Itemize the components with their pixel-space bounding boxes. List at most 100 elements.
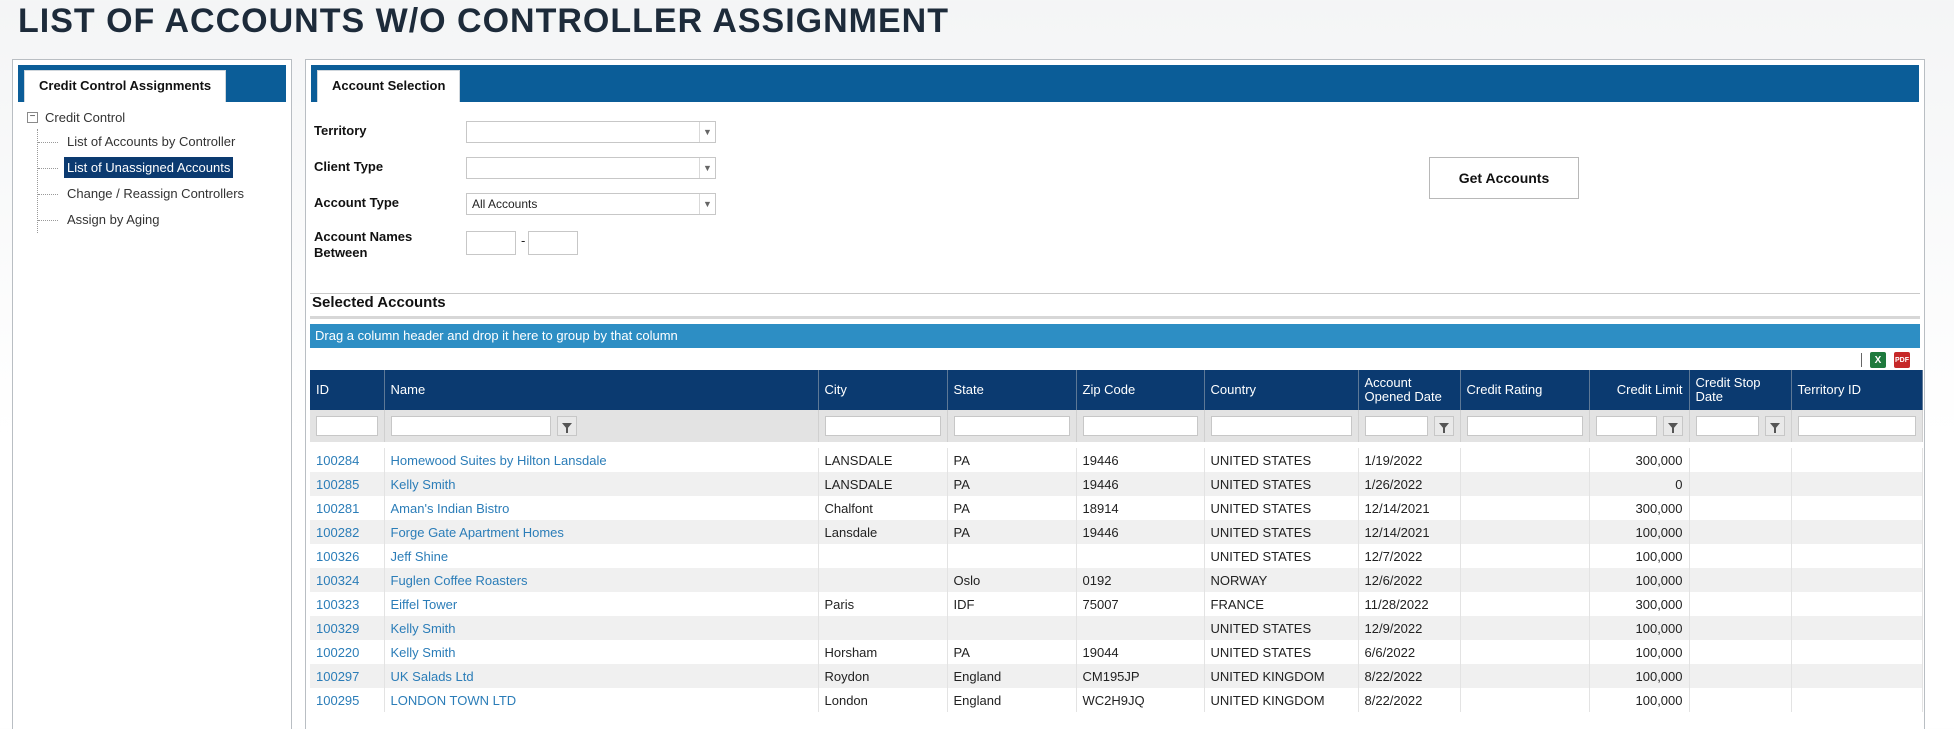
cell-limit: 0 bbox=[1589, 472, 1690, 496]
table-row[interactable]: 100284 Homewood Suites by Hilton Lansdale… bbox=[310, 448, 1923, 472]
column-header-credit-stop-date[interactable]: Credit Stop Date bbox=[1689, 370, 1792, 410]
cell-limit: 100,000 bbox=[1589, 640, 1690, 664]
cell-id[interactable]: 100326 bbox=[310, 544, 385, 568]
tree-item-assign-by-aging[interactable]: Assign by Aging bbox=[38, 207, 291, 233]
right-panel: Account Selection Territory ▼ Client Typ… bbox=[305, 59, 1925, 729]
section-divider bbox=[310, 293, 1920, 294]
table-row[interactable]: 100295 LONDON TOWN LTD London England WC2H9J… bbox=[310, 688, 1923, 712]
cell-name[interactable]: Forge Gate Apartment Homes bbox=[384, 520, 819, 544]
left-panel: Credit Control Assignments − Credit Cont… bbox=[12, 59, 292, 729]
cell-name[interactable]: Homewood Suites by Hilton Lansdale bbox=[384, 448, 819, 472]
tree-item-list-of-accounts-by-controller[interactable]: List of Accounts by Controller bbox=[38, 129, 291, 155]
column-header-territory-id[interactable]: Territory ID bbox=[1791, 370, 1923, 410]
chevron-down-icon[interactable]: ▼ bbox=[699, 194, 715, 214]
filter-input-name[interactable] bbox=[390, 416, 551, 436]
filter-input-territory-id[interactable] bbox=[1797, 416, 1916, 436]
account-names-label-line1: Account Names bbox=[314, 229, 413, 244]
filter-button[interactable] bbox=[1764, 416, 1785, 436]
filter-input-credit-rating[interactable] bbox=[1466, 416, 1583, 436]
cell-opened: 12/9/2022 bbox=[1358, 616, 1461, 640]
cell-state: England bbox=[947, 688, 1077, 712]
pdf-icon[interactable]: PDF bbox=[1894, 352, 1910, 368]
table-row[interactable]: 100281 Aman's Indian Bistro Chalfont PA 1891… bbox=[310, 496, 1923, 520]
cell-name[interactable]: Jeff Shine bbox=[384, 544, 819, 568]
cell-id[interactable]: 100324 bbox=[310, 568, 385, 592]
column-header-account-opened-date[interactable]: Account Opened Date bbox=[1358, 370, 1461, 410]
filter-button[interactable] bbox=[556, 416, 577, 436]
cell-name[interactable]: Kelly Smith bbox=[384, 640, 819, 664]
filter-input-id[interactable] bbox=[316, 416, 378, 436]
account-name-to-input[interactable] bbox=[528, 231, 578, 255]
collapse-toggle-icon[interactable]: − bbox=[27, 112, 38, 123]
column-header-name[interactable]: Name bbox=[384, 370, 819, 410]
cell-id[interactable]: 100329 bbox=[310, 616, 385, 640]
column-header-credit-rating[interactable]: Credit Rating bbox=[1460, 370, 1590, 410]
excel-icon[interactable]: X bbox=[1870, 352, 1886, 368]
account-name-from-input[interactable] bbox=[466, 231, 516, 255]
tab-account-selection[interactable]: Account Selection bbox=[317, 70, 461, 102]
account-type-label: Account Type bbox=[314, 195, 399, 210]
cell-name[interactable]: UK Salads Ltd bbox=[384, 664, 819, 688]
column-header-id[interactable]: ID bbox=[310, 370, 385, 410]
table-row[interactable]: 100329 Kelly Smith UNITED STATES 12/9/2022 1… bbox=[310, 616, 1923, 640]
filter-input-country[interactable] bbox=[1210, 416, 1352, 436]
chevron-down-icon[interactable]: ▼ bbox=[699, 122, 715, 142]
cell-id[interactable]: 100297 bbox=[310, 664, 385, 688]
cell-name[interactable]: LONDON TOWN LTD bbox=[384, 688, 819, 712]
column-header-country[interactable]: Country bbox=[1204, 370, 1359, 410]
filter-input-credit-stop-date[interactable] bbox=[1695, 416, 1759, 436]
cell-country: UNITED STATES bbox=[1204, 496, 1359, 520]
tree-item-list-of-unassigned-accounts[interactable]: List of Unassigned Accounts bbox=[38, 155, 291, 181]
table-row[interactable]: 100323 Eiffel Tower Paris IDF 75007 FRANCE 11/… bbox=[310, 592, 1923, 616]
tree-root-label: Credit Control bbox=[45, 110, 126, 125]
cell-name[interactable]: Kelly Smith bbox=[384, 616, 819, 640]
filter-button[interactable] bbox=[1662, 416, 1683, 436]
column-header-zip-code[interactable]: Zip Code bbox=[1076, 370, 1205, 410]
cell-territory bbox=[1791, 544, 1923, 568]
cell-rating bbox=[1460, 496, 1590, 520]
cell-limit: 300,000 bbox=[1589, 496, 1690, 520]
cell-id[interactable]: 100282 bbox=[310, 520, 385, 544]
territory-dropdown[interactable]: ▼ bbox=[466, 121, 716, 143]
chevron-down-icon[interactable]: ▼ bbox=[699, 158, 715, 178]
filter-input-account-opened-date[interactable] bbox=[1364, 416, 1428, 436]
tree-root-credit-control[interactable]: − Credit Control bbox=[19, 107, 291, 129]
tab-credit-control-assignments[interactable]: Credit Control Assignments bbox=[24, 70, 227, 102]
cell-id[interactable]: 100323 bbox=[310, 592, 385, 616]
cell-name[interactable]: Fuglen Coffee Roasters bbox=[384, 568, 819, 592]
cell-opened: 12/6/2022 bbox=[1358, 568, 1461, 592]
account-names-label: Account Names Between bbox=[314, 229, 412, 261]
table-row[interactable]: 100285 Kelly Smith LANSDALE PA 19446 UNITED S… bbox=[310, 472, 1923, 496]
column-header-state[interactable]: State bbox=[947, 370, 1077, 410]
column-header-city[interactable]: City bbox=[818, 370, 948, 410]
cell-zip: 0192 bbox=[1076, 568, 1205, 592]
filter-input-credit-limit[interactable] bbox=[1595, 416, 1657, 436]
group-by-drop-area[interactable]: Drag a column header and drop it here to… bbox=[310, 324, 1920, 348]
filter-input-state[interactable] bbox=[953, 416, 1070, 436]
table-row[interactable]: 100326 Jeff Shine UNITED STATES 12/7/2022 10… bbox=[310, 544, 1923, 568]
cell-id[interactable]: 100281 bbox=[310, 496, 385, 520]
cell-name[interactable]: Kelly Smith bbox=[384, 472, 819, 496]
table-row[interactable]: 100282 Forge Gate Apartment Homes Lansdale… bbox=[310, 520, 1923, 544]
cell-id[interactable]: 100284 bbox=[310, 448, 385, 472]
cell-name[interactable]: Eiffel Tower bbox=[384, 592, 819, 616]
filter-input-zip-code[interactable] bbox=[1082, 416, 1198, 436]
table-row[interactable]: 100297 UK Salads Ltd Roydon England CM195JP U… bbox=[310, 664, 1923, 688]
cell-state bbox=[947, 544, 1077, 568]
cell-id[interactable]: 100295 bbox=[310, 688, 385, 712]
table-row[interactable]: 100324 Fuglen Coffee Roasters Oslo 0192 NORW… bbox=[310, 568, 1923, 592]
client-type-dropdown[interactable]: ▼ bbox=[466, 157, 716, 179]
table-row[interactable]: 100220 Kelly Smith Horsham PA 19044 UNITED ST… bbox=[310, 640, 1923, 664]
cell-name[interactable]: Aman's Indian Bistro bbox=[384, 496, 819, 520]
cell-id[interactable]: 100220 bbox=[310, 640, 385, 664]
cell-zip: 75007 bbox=[1076, 592, 1205, 616]
filter-input-city[interactable] bbox=[824, 416, 941, 436]
cell-id[interactable]: 100285 bbox=[310, 472, 385, 496]
cell-stop bbox=[1689, 664, 1792, 688]
tree-item-change-reassign-controllers[interactable]: Change / Reassign Controllers bbox=[38, 181, 291, 207]
column-header-credit-limit[interactable]: Credit Limit bbox=[1589, 370, 1690, 410]
filter-button[interactable] bbox=[1433, 416, 1454, 436]
account-type-dropdown[interactable]: All Accounts ▼ bbox=[466, 193, 716, 215]
cell-city: London bbox=[818, 688, 948, 712]
get-accounts-button[interactable]: Get Accounts bbox=[1429, 157, 1579, 199]
